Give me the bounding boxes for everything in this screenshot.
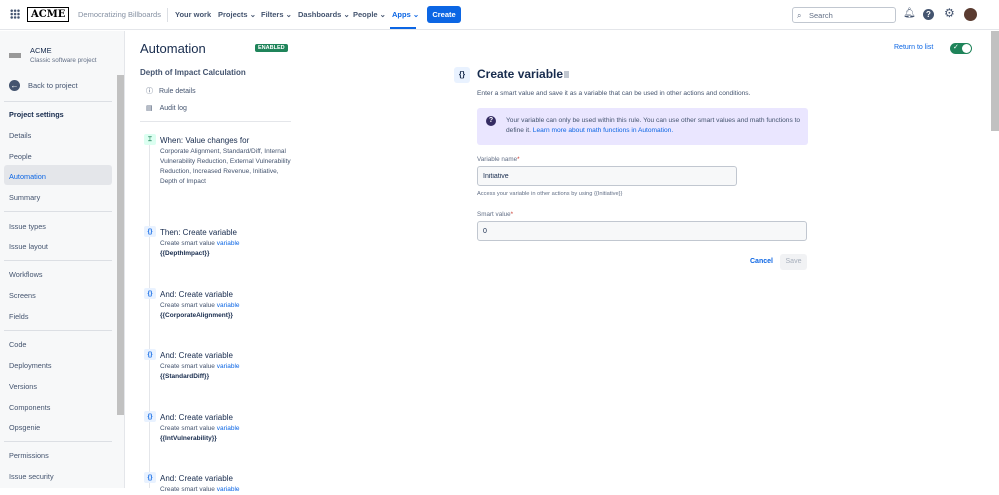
nav-filters[interactable]: Filters ⌄ (261, 10, 292, 19)
nav-your-work[interactable]: Your work (175, 10, 211, 19)
rule-enabled-toggle[interactable]: ✓ (950, 43, 972, 54)
rule-name: Depth of Impact Calculation (140, 68, 246, 77)
sidebar-item-versions[interactable]: Versions (9, 382, 37, 391)
sidebar-item-deployments[interactable]: Deployments (9, 361, 52, 370)
check-icon: ✓ (953, 44, 959, 51)
sidebar-item-details[interactable]: Details (9, 131, 31, 140)
delete-icon[interactable] (564, 71, 569, 78)
math-functions-link[interactable]: Learn more about math functions in Autom… (533, 127, 673, 134)
panel-subtitle: Enter a smart value and save it as a var… (477, 90, 751, 97)
sidebar-item-issue-layout[interactable]: Issue layout (9, 242, 48, 251)
divider (4, 441, 112, 442)
sidebar-item-opsgenie[interactable]: Opsgenie (9, 423, 40, 432)
step-title: And: Create variable (160, 413, 233, 422)
step-title: And: Create variable (160, 474, 233, 483)
variable-icon: {} (144, 472, 156, 483)
nav-dashboards[interactable]: Dashboards ⌄ (298, 10, 350, 19)
divider (4, 101, 112, 102)
variable-icon: {} (144, 349, 156, 360)
project-title: ACME (30, 46, 52, 55)
divider (140, 121, 291, 122)
step-title: When: Value changes for (160, 136, 250, 145)
step-desc: Corporate Alignment, Standard/Diff, Inte… (160, 148, 291, 185)
sidebar-item-issue-security[interactable]: Issue security (9, 472, 54, 481)
settings-icon[interactable]: ⚙ (944, 6, 955, 20)
avatar[interactable] (964, 8, 977, 21)
nav-projects[interactable]: Projects ⌄ (218, 10, 256, 19)
logo[interactable]: ACME (27, 7, 70, 22)
rule-details-link[interactable]: ⓘ Rule details (146, 86, 196, 96)
info-message: ? Your variable can only be used within … (477, 108, 808, 145)
variable-icon: {} (144, 226, 156, 237)
variable-name: {{CorporateAlignment}} (160, 312, 233, 319)
sidebar-item-components[interactable]: Components (9, 403, 50, 412)
page-scrollbar[interactable] (991, 31, 999, 131)
divider (4, 330, 112, 331)
sidebar-item-issue-types[interactable]: Issue types (9, 222, 46, 231)
sidebar-scrollbar[interactable] (117, 75, 124, 415)
sidebar-item-automation[interactable]: Automation (9, 172, 46, 181)
status-badge: ENABLED (255, 44, 288, 52)
sidebar-item-summary[interactable]: Summary (9, 193, 40, 202)
project-sidebar: ACME Classic software project ← Back to p… (0, 31, 125, 488)
variable-name: {{StandardDiff}} (160, 373, 210, 380)
variable-name-input[interactable] (477, 166, 737, 186)
back-arrow-icon: ← (9, 80, 20, 91)
variable-name: {{DepthImpact}} (160, 250, 210, 257)
back-to-project[interactable]: ← Back to project (9, 80, 78, 91)
page-title: Automation (140, 41, 206, 56)
project-avatar (9, 53, 21, 58)
step-title: Then: Create variable (160, 228, 237, 237)
notifications-icon[interactable]: 🔔︎ (903, 8, 916, 19)
active-tab-indicator (390, 27, 416, 29)
variable-icon: {} (144, 288, 156, 299)
sidebar-item-permissions[interactable]: Permissions (9, 451, 49, 460)
step-title: And: Create variable (160, 290, 233, 299)
help-icon[interactable]: ? (923, 9, 934, 20)
smart-value-input[interactable] (477, 221, 807, 241)
sidebar-item-people[interactable]: People (9, 152, 32, 161)
step-desc: Create smart value variable {{CorporateAl… (160, 302, 240, 319)
cancel-button[interactable]: Cancel (750, 258, 773, 265)
step-title: And: Create variable (160, 351, 233, 360)
nav-people[interactable]: People ⌄ (353, 10, 386, 19)
project-type: Classic software project (30, 57, 97, 64)
nav-apps[interactable]: Apps ⌄ (392, 10, 419, 19)
variable-icon: {} (454, 67, 470, 83)
sidebar-item-code[interactable]: Code (9, 340, 26, 349)
step-desc: Create smart value variable {{StandardDif… (160, 363, 240, 380)
smart-value-label: Smart value* (477, 211, 514, 218)
sidebar-item-workflows[interactable]: Workflows (9, 270, 43, 279)
create-button[interactable]: Create (427, 6, 461, 23)
top-navigation: ACME Democratizing Billboards Your work … (0, 0, 999, 30)
rule-timeline-line (149, 145, 150, 488)
project-name[interactable]: Democratizing Billboards (78, 10, 161, 19)
variable-help-text: Access your variable in other actions by… (477, 191, 623, 197)
sidebar-item-fields[interactable]: Fields (9, 312, 28, 321)
variable-name-label: Variable name* (477, 156, 520, 163)
variable-icon: {} (144, 411, 156, 422)
document-icon: ▤ (146, 105, 153, 112)
divider (4, 211, 112, 212)
question-icon: ? (486, 116, 496, 126)
return-to-list-link[interactable]: Return to list (894, 44, 933, 51)
audit-log-link[interactable]: ▤ Audit log (146, 104, 187, 112)
save-button[interactable]: Save (780, 254, 807, 270)
section-heading: Project settings (9, 110, 64, 119)
step-desc: Create smart value variable {{IntVulnerab… (160, 425, 240, 442)
search-icon: ⌕ (797, 11, 802, 20)
divider (167, 8, 168, 22)
sidebar-item-screens[interactable]: Screens (9, 291, 36, 300)
step-desc: Create smart value variable {{DepthImpact… (160, 240, 240, 257)
variable-name: {{IntVulnerability}} (160, 435, 217, 442)
step-desc: Create smart value variable (160, 486, 240, 493)
divider (4, 260, 112, 261)
trigger-icon: ⌶ (144, 134, 156, 145)
search-input[interactable]: ⌕ Search (792, 7, 896, 23)
info-icon: ⓘ (146, 88, 153, 95)
app-switcher-icon[interactable] (10, 9, 20, 19)
panel-title: Create variable (477, 67, 564, 81)
